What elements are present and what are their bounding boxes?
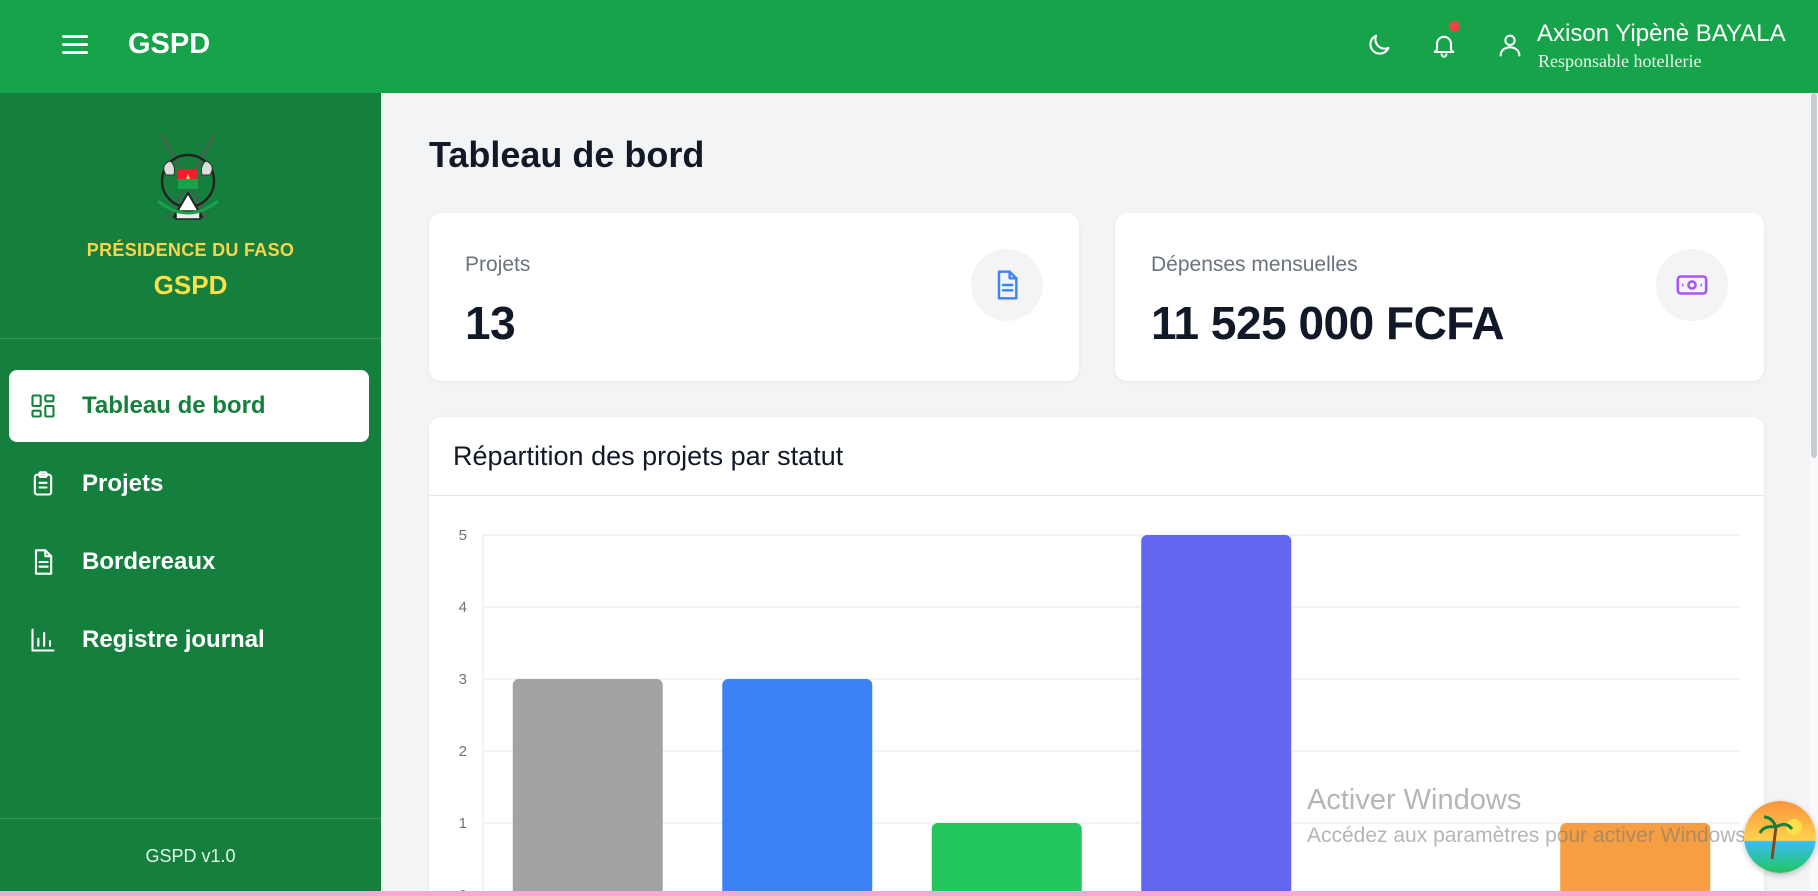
coat-of-arms-logo [148,131,228,227]
scrollbar-thumb[interactable] [1811,93,1817,458]
clipboard-icon [28,469,58,499]
sidebar-item-label: Bordereaux [82,548,216,575]
notification-badge [1449,21,1460,32]
sidebar-item-label: Projets [82,470,164,497]
org-name: PRÉSIDENCE DU FASO [86,240,295,260]
sidebar-item-label: Registre journal [82,626,265,653]
sidebar-divider [0,338,381,339]
y-tick-label: 2 [459,743,467,760]
org-short-name: GSPD [153,270,228,300]
sidebar-item-tableau-de-bord[interactable]: Tableau de bord [9,370,369,442]
money-icon [1656,249,1728,321]
y-tick-label: 3 [459,671,467,688]
stat-label: Dépenses mensuelles [1151,253,1358,276]
y-tick-label: 1 [459,815,467,832]
app-version: GSPD v1.0 [145,846,236,866]
document-icon [971,249,1043,321]
user-name[interactable]: Axison Yipènè BAYALA [1537,20,1786,48]
chart-bar[interactable] [512,679,663,896]
sidebar-item-projets[interactable]: Projets [9,448,369,520]
stat-value: 13 [465,297,516,349]
chart-bar[interactable] [722,679,873,896]
floating-assistant-icon[interactable] [1744,801,1816,873]
y-tick-label: 4 [459,599,467,616]
bar-chart-icon [28,625,58,655]
sidebar-item-label: Tableau de bord [82,392,266,419]
sidebar: PRÉSIDENCE DU FASO GSPD Tableau de bord … [0,93,381,891]
user-icon[interactable] [1492,27,1528,63]
stat-value: 11 525 000 FCFA [1151,297,1505,349]
stat-card-projets: Projets 13 [429,213,1079,381]
page-title: Tableau de bord [429,134,705,175]
chart-bar[interactable] [931,823,1082,896]
bell-icon[interactable] [1426,21,1462,63]
windows-activation-title: Activer Windows [1307,784,1522,816]
stat-label: Projets [465,253,531,276]
user-role: Responsable hotellerie [1538,51,1702,71]
dashboard-icon [28,391,58,421]
windows-activation-text: Accédez aux paramètres pour activer Wind… [1307,824,1752,847]
top-bar: GSPD Axison Yipènè BAYALA Responsable ho… [0,0,1818,93]
sidebar-footer-divider [0,818,381,819]
chart-bar[interactable] [1141,535,1292,896]
stat-card-depenses: Dépenses mensuelles 11 525 000 FCFA [1115,213,1764,381]
menu-icon[interactable] [58,30,92,60]
sidebar-item-registre-journal[interactable]: Registre journal [9,604,369,676]
moon-icon[interactable] [1361,27,1397,63]
document-icon [28,547,58,577]
sidebar-item-bordereaux[interactable]: Bordereaux [9,526,369,598]
y-tick-label: 5 [459,527,467,544]
app-brand[interactable]: GSPD [128,28,210,61]
bottom-strip [0,891,1818,896]
